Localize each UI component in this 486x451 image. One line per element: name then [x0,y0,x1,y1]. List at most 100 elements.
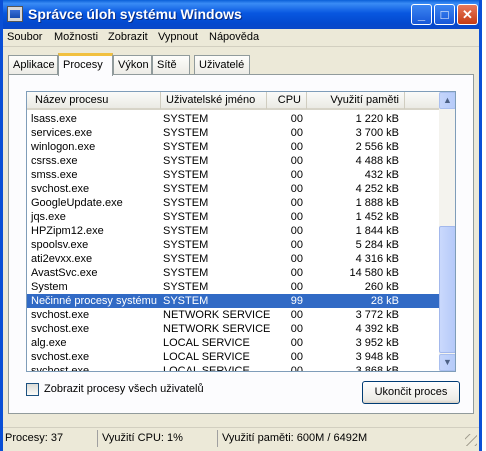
tab-site[interactable]: Sítě [152,55,190,75]
menu-vypnout[interactable]: Vypnout [158,31,198,43]
process-user: SYSTEM [163,183,209,195]
tab-aplikace[interactable]: Aplikace [8,55,58,75]
process-user: SYSTEM [163,239,209,251]
maximize-button[interactable]: □ [434,4,455,25]
process-cpu: 00 [290,253,303,265]
process-row[interactable]: svchost.exe LOCAL SERVICE 00 3 948 kB [27,350,439,364]
process-memory: 3 948 kB [355,351,399,363]
process-row[interactable]: csrss.exe SYSTEM 00 4 488 kB [27,154,439,168]
process-cpu: 00 [290,197,303,209]
process-row[interactable]: spoolsv.exe SYSTEM 00 5 284 kB [27,238,439,252]
process-row[interactable]: services.exe SYSTEM 00 3 700 kB [27,126,439,140]
process-name: System [31,281,68,293]
process-memory: 14 580 kB [349,267,399,279]
column-header-name[interactable]: Název procesu [27,92,161,109]
menu-zobrazit[interactable]: Zobrazit [108,31,148,43]
vertical-scrollbar[interactable]: ▲ ▼ [439,92,455,371]
process-row[interactable]: ati2evxx.exe SYSTEM 00 4 316 kB [27,252,439,266]
process-user: NETWORK SERVICE [163,323,271,335]
process-user: SYSTEM [163,225,209,237]
close-button[interactable]: ✕ [457,4,478,25]
column-header-cpu[interactable]: CPU [267,92,307,109]
title-bar[interactable]: Správce úloh systému Windows _ □ ✕ [3,0,479,29]
process-user: SYSTEM [163,253,209,265]
process-row[interactable]: lsass.exe SYSTEM 00 1 220 kB [27,112,439,126]
status-process-count: Procesy: 37 [5,432,64,444]
process-user: SYSTEM [163,141,209,153]
process-user: SYSTEM [163,113,209,125]
tab-uzivatele[interactable]: Uživatelé [194,55,250,75]
show-all-users-checkbox[interactable] [26,383,39,396]
process-cpu: 00 [290,155,303,167]
process-row[interactable]: winlogon.exe SYSTEM 00 2 556 kB [27,140,439,154]
process-row[interactable]: svchost.exe NETWORK SERVICE 00 4 392 kB [27,322,439,336]
end-process-button[interactable]: Ukončit proces [362,381,460,404]
menu-napoveda[interactable]: Nápověda [209,31,259,43]
process-memory: 1 888 kB [355,197,399,209]
tab-vykon[interactable]: Výkon [113,55,152,75]
resize-grip-icon[interactable] [465,434,477,446]
process-cpu: 00 [290,211,303,223]
process-row[interactable]: System SYSTEM 00 260 kB [27,280,439,294]
process-cpu: 00 [290,323,303,335]
scroll-up-arrow-icon[interactable]: ▲ [439,92,455,109]
task-manager-window: Správce úloh systému Windows _ □ ✕ Soubo… [0,0,482,451]
process-row[interactable]: smss.exe SYSTEM 00 432 kB [27,168,439,182]
process-memory: 1 220 kB [355,113,399,125]
status-memory-usage: Využití paměti: 600M / 6492M [217,430,463,447]
process-name: AvastSvc.exe [31,267,98,279]
process-row[interactable]: GoogleUpdate.exe SYSTEM 00 1 888 kB [27,196,439,210]
show-all-users-label[interactable]: Zobrazit procesy všech uživatelů [44,383,204,395]
window-title: Správce úloh systému Windows [28,6,242,22]
list-body: lsass.exe SYSTEM 00 1 220 kB services.exe SYS… [27,112,439,372]
process-name: Nečinné procesy systému [31,295,157,307]
process-row[interactable]: svchost.exe SYSTEM 00 4 252 kB [27,182,439,196]
process-name: svchost.exe [31,323,90,335]
process-user: SYSTEM [163,281,209,293]
process-name: csrss.exe [31,155,78,167]
scroll-down-arrow-icon[interactable]: ▼ [439,354,455,371]
process-row[interactable]: Nečinné procesy systému SYSTEM 99 28 kB [27,294,439,308]
process-name: winlogon.exe [31,141,96,153]
process-user: SYSTEM [163,295,209,307]
processes-panel: Název procesu Uživatelské jméno CPU Využ… [8,74,474,414]
process-cpu: 99 [290,295,303,307]
process-memory: 4 488 kB [355,155,399,167]
process-cpu: 00 [290,141,303,153]
process-cpu: 00 [290,127,303,139]
process-name: svchost.exe [31,365,90,372]
process-cpu: 00 [290,239,303,251]
column-header-memory[interactable]: Využití paměti [307,92,405,109]
process-row[interactable]: svchost.exe NETWORK SERVICE 00 3 772 kB [27,308,439,322]
process-memory: 28 kB [370,295,399,307]
menu-soubor[interactable]: Soubor [7,31,42,43]
process-row[interactable]: svchost.exe LOCAL SERVICE 00 3 868 kB [27,364,439,372]
process-cpu: 00 [290,183,303,195]
process-user: SYSTEM [163,211,209,223]
list-header: Název procesu Uživatelské jméno CPU Využ… [27,92,439,110]
process-list[interactable]: Název procesu Uživatelské jméno CPU Využ… [26,91,456,372]
process-name: GoogleUpdate.exe [31,197,123,209]
scroll-thumb[interactable] [439,226,455,353]
column-header-user[interactable]: Uživatelské jméno [161,92,267,109]
task-manager-icon [7,6,23,22]
process-row[interactable]: jqs.exe SYSTEM 00 1 452 kB [27,210,439,224]
process-row[interactable]: HPZipm12.exe SYSTEM 00 1 844 kB [27,224,439,238]
process-user: SYSTEM [163,197,209,209]
process-user: SYSTEM [163,127,209,139]
minimize-button[interactable]: _ [411,4,432,25]
process-memory: 4 316 kB [355,253,399,265]
process-row[interactable]: AvastSvc.exe SYSTEM 00 14 580 kB [27,266,439,280]
process-memory: 1 844 kB [355,225,399,237]
process-name: svchost.exe [31,351,90,363]
process-user: SYSTEM [163,155,209,167]
process-name: HPZipm12.exe [31,225,104,237]
process-cpu: 00 [290,267,303,279]
process-row[interactable]: alg.exe LOCAL SERVICE 00 3 952 kB [27,336,439,350]
process-cpu: 00 [290,225,303,237]
status-cpu-usage: Využití CPU: 1% [97,430,217,447]
menu-moznosti[interactable]: Možnosti [54,31,98,43]
tab-procesy[interactable]: Procesy [58,53,113,76]
process-name: smss.exe [31,169,78,181]
status-bar: Procesy: 37 Využití CPU: 1% Využití pamě… [3,427,479,448]
